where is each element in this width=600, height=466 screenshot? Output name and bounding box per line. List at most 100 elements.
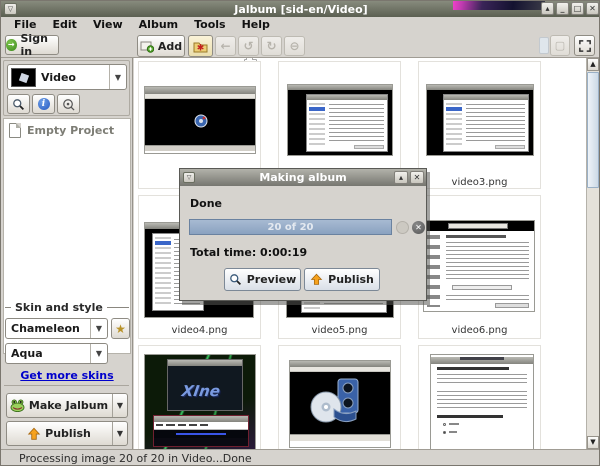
scroll-down-icon[interactable]: ▼	[587, 436, 599, 449]
fullscreen-button[interactable]	[574, 35, 595, 56]
remove-button: ⊖	[284, 36, 305, 56]
thumbnail-image-xine[interactable]: XIne	[144, 354, 256, 449]
menu-edit[interactable]: Edit	[46, 18, 84, 31]
get-more-skins-link[interactable]: Get more skins	[1, 369, 133, 382]
rotate-right-button: ↻	[261, 36, 282, 56]
sign-in-arrow-icon: →	[6, 39, 17, 51]
scroll-up-icon[interactable]: ▲	[587, 58, 599, 71]
disabled-tool-button	[539, 37, 549, 54]
back-icon: ←	[220, 39, 230, 53]
xine-logo: XIne	[181, 382, 222, 400]
progress-text: 20 of 20	[267, 222, 313, 233]
making-album-dialog: ▽ Making album ▴ ✕ Done 20 of 20 ✕ Total…	[179, 168, 427, 301]
divider	[4, 385, 129, 386]
vertical-scrollbar[interactable]: ▲ ▼	[586, 58, 599, 449]
skin-options-button[interactable]: ★	[111, 318, 130, 339]
screen-artifact	[453, 1, 545, 10]
make-album-button[interactable]: Make Jalbum ▼	[6, 393, 128, 418]
thumbnail-cell[interactable]: video3.png	[418, 61, 541, 189]
film-reel-icon	[193, 113, 209, 129]
maximize-button[interactable]: □	[571, 2, 584, 15]
menu-tools[interactable]: Tools	[187, 18, 232, 31]
thumbnail-label: video6.png	[419, 325, 540, 336]
rotate-left-button: ↺	[238, 36, 259, 56]
chevron-down-icon[interactable]: ▼	[90, 319, 107, 338]
publish-button[interactable]: Publish ▼	[6, 421, 128, 446]
folder-selector[interactable]: Video ▼	[7, 64, 127, 90]
thumbnail-image-settings[interactable]	[287, 84, 393, 156]
zoom-button[interactable]	[7, 94, 30, 114]
back-button: ←	[215, 36, 236, 56]
skin-section-header[interactable]: Skin and style	[5, 301, 129, 314]
star-icon: ★	[115, 322, 126, 336]
thumbnail-cell[interactable]: XIne	[138, 345, 261, 449]
collapse-dash-icon	[5, 307, 11, 308]
shade-button[interactable]: ▴	[394, 171, 408, 184]
thumbnail-label: video3.png	[419, 177, 540, 188]
scrollbar-thumb[interactable]	[587, 72, 599, 188]
sign-in-button[interactable]: → Sign in	[5, 35, 59, 55]
tree-item-empty-project[interactable]: Empty Project	[4, 119, 130, 138]
menu-help[interactable]: Help	[235, 18, 277, 31]
frog-icon	[10, 399, 25, 412]
publish-arrow-icon	[310, 273, 323, 286]
menu-album[interactable]: Album	[132, 18, 185, 31]
progress-fill: 20 of 20	[190, 220, 391, 234]
total-time-text: Total time: 0:00:19	[190, 246, 307, 259]
menu-file[interactable]: File	[7, 18, 44, 31]
window-titlebar[interactable]: ▽ Jalbum [sid-en/Video] ▴ _ □ ✕	[1, 1, 600, 17]
chevron-down-icon[interactable]: ▼	[112, 394, 127, 417]
thumbnail-image-player-cd[interactable]	[289, 360, 391, 448]
add-photos-button[interactable]: Add	[137, 35, 185, 57]
status-text: Processing image 20 of 20 in Video...Don…	[19, 452, 252, 465]
folder-selector-group: Video ▼ i	[3, 60, 130, 116]
rotate-right-icon: ↻	[266, 39, 276, 53]
new-folder-button[interactable]: ✱	[188, 35, 213, 57]
thumbnail-cell[interactable]	[418, 345, 541, 449]
add-photos-icon	[140, 40, 154, 53]
fullscreen-icon	[579, 40, 591, 52]
edit-button: ▢	[550, 35, 570, 56]
style-select[interactable]: Aqua ▼	[5, 343, 108, 364]
folder-star-icon: ✱	[193, 40, 208, 53]
toolbar: → Sign in Add ✱ ← ↺ ↻ ⊖ ▢	[1, 32, 600, 58]
chevron-down-icon[interactable]: ▼	[112, 422, 127, 445]
thumbnail-cell[interactable]: video6.png	[418, 195, 541, 339]
dialog-publish-button[interactable]: Publish	[304, 268, 380, 291]
thumbnail-label: video4.png	[139, 325, 260, 336]
thumbnail-image-settings[interactable]	[426, 84, 534, 156]
thumbnail-image-player[interactable]	[144, 86, 256, 154]
chevron-down-icon[interactable]: ▼	[109, 65, 126, 89]
dialog-titlebar[interactable]: ▽ Making album ▴ ✕	[180, 169, 426, 186]
progress-bar: 20 of 20	[189, 219, 392, 235]
jalbum-window: ▽ Jalbum [sid-en/Video] ▴ _ □ ✕ File Edi…	[0, 0, 600, 466]
publish-arrow-icon	[27, 427, 41, 441]
thumbnail-image-setup[interactable]	[423, 220, 535, 312]
close-button[interactable]: ✕	[410, 171, 424, 184]
stop-button[interactable]: ✕	[412, 221, 425, 234]
tag-button[interactable]	[57, 94, 80, 114]
close-button[interactable]: ✕	[586, 2, 599, 15]
info-button[interactable]: i	[32, 94, 55, 114]
svg-text:✱: ✱	[197, 43, 205, 53]
magnifier-icon	[12, 98, 25, 111]
dialog-status-text: Done	[190, 197, 222, 210]
skin-select[interactable]: Chameleon ▼	[5, 318, 108, 339]
thumbnail-cell[interactable]	[278, 345, 401, 449]
rotate-left-icon: ↺	[243, 39, 253, 53]
edit-icon: ▢	[555, 39, 565, 52]
dialog-title: Making album	[180, 171, 426, 184]
menu-view[interactable]: View	[86, 18, 130, 31]
remove-icon: ⊖	[289, 39, 299, 53]
chevron-down-icon[interactable]: ▼	[90, 344, 107, 363]
shade-button[interactable]: ▴	[541, 2, 554, 15]
info-icon: i	[38, 98, 50, 110]
thumbnail-image-wizard[interactable]	[430, 354, 534, 449]
menu-bar: File Edit View Album Tools Help	[1, 17, 600, 32]
sidebar: Video ▼ i	[1, 58, 133, 449]
minimize-button[interactable]: _	[556, 2, 569, 15]
magnifier-icon	[229, 273, 242, 286]
status-bar: Processing image 20 of 20 in Video...Don…	[1, 449, 600, 466]
folder-thumbnail-icon	[11, 68, 36, 87]
preview-button[interactable]: Preview	[224, 268, 301, 291]
